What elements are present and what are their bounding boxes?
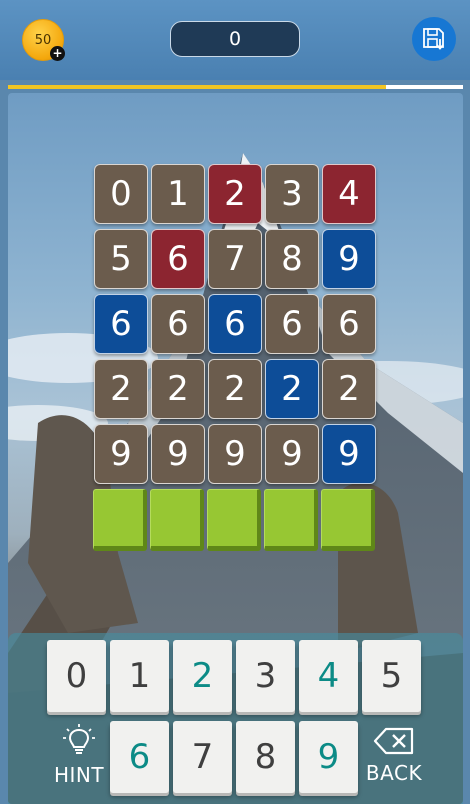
board-cell: 2 bbox=[265, 359, 319, 419]
board-cell: 9 bbox=[208, 424, 262, 484]
digit-key-5[interactable]: 5 bbox=[362, 640, 421, 712]
board-cell: 9 bbox=[94, 424, 148, 484]
board-cell: 6 bbox=[151, 294, 205, 354]
board-cell: 1 bbox=[151, 164, 205, 224]
answer-slots bbox=[93, 489, 378, 551]
digit-key-4[interactable]: 4 bbox=[299, 640, 358, 712]
board-cell: 9 bbox=[151, 424, 205, 484]
board-cell: 9 bbox=[322, 424, 376, 484]
board-cell: 6 bbox=[322, 294, 376, 354]
add-coins-icon[interactable]: + bbox=[50, 46, 65, 61]
board-cell: 9 bbox=[265, 424, 319, 484]
board-cell: 7 bbox=[208, 229, 262, 289]
digit-key-9[interactable]: 9 bbox=[299, 721, 358, 793]
board-cell: 6 bbox=[151, 229, 205, 289]
board-cell: 6 bbox=[208, 294, 262, 354]
board-cell: 6 bbox=[94, 294, 148, 354]
back-label: BACK bbox=[365, 761, 423, 785]
coin-counter[interactable]: 50 + bbox=[22, 19, 65, 61]
board-cell: 8 bbox=[265, 229, 319, 289]
answer-slot[interactable] bbox=[207, 489, 261, 551]
board-cell: 0 bbox=[94, 164, 148, 224]
keypad: 0 1 2 3 4 5 6 7 8 9 HINT BACK bbox=[8, 633, 463, 804]
answer-slot[interactable] bbox=[264, 489, 318, 551]
score-value: 0 bbox=[228, 28, 242, 50]
digit-key-3[interactable]: 3 bbox=[236, 640, 295, 712]
lightbulb-icon bbox=[63, 724, 95, 754]
board-cell: 2 bbox=[151, 359, 205, 419]
board-cell: 4 bbox=[322, 164, 376, 224]
backspace-icon bbox=[373, 727, 414, 755]
board-cell: 2 bbox=[208, 164, 262, 224]
digit-key-2[interactable]: 2 bbox=[173, 640, 232, 712]
board-cell: 6 bbox=[265, 294, 319, 354]
back-button[interactable]: BACK bbox=[364, 725, 424, 804]
digit-key-6[interactable]: 6 bbox=[110, 721, 169, 793]
board-cell: 3 bbox=[265, 164, 319, 224]
digit-key-1[interactable]: 1 bbox=[110, 640, 169, 712]
board-cell: 2 bbox=[322, 359, 376, 419]
answer-slot[interactable] bbox=[321, 489, 375, 551]
save-download-icon bbox=[423, 28, 444, 50]
answer-slot[interactable] bbox=[150, 489, 204, 551]
coin-count: 50 bbox=[34, 32, 52, 48]
digit-key-7[interactable]: 7 bbox=[173, 721, 232, 793]
board-cell: 5 bbox=[94, 229, 148, 289]
board-cell: 2 bbox=[208, 359, 262, 419]
hint-label: HINT bbox=[53, 763, 105, 787]
board-cell: 9 bbox=[322, 229, 376, 289]
progress-fill bbox=[8, 85, 386, 89]
digit-key-0[interactable]: 0 bbox=[47, 640, 106, 712]
top-bar: 50 + 0 bbox=[0, 0, 470, 80]
hint-button[interactable]: HINT bbox=[49, 723, 109, 803]
number-board: 0123456789666662222299999 bbox=[94, 164, 377, 484]
board-cell: 2 bbox=[94, 359, 148, 419]
digit-key-8[interactable]: 8 bbox=[236, 721, 295, 793]
answer-slot[interactable] bbox=[93, 489, 147, 551]
score-display: 0 bbox=[170, 21, 300, 57]
progress-bar bbox=[8, 85, 463, 89]
save-button[interactable] bbox=[412, 17, 456, 61]
